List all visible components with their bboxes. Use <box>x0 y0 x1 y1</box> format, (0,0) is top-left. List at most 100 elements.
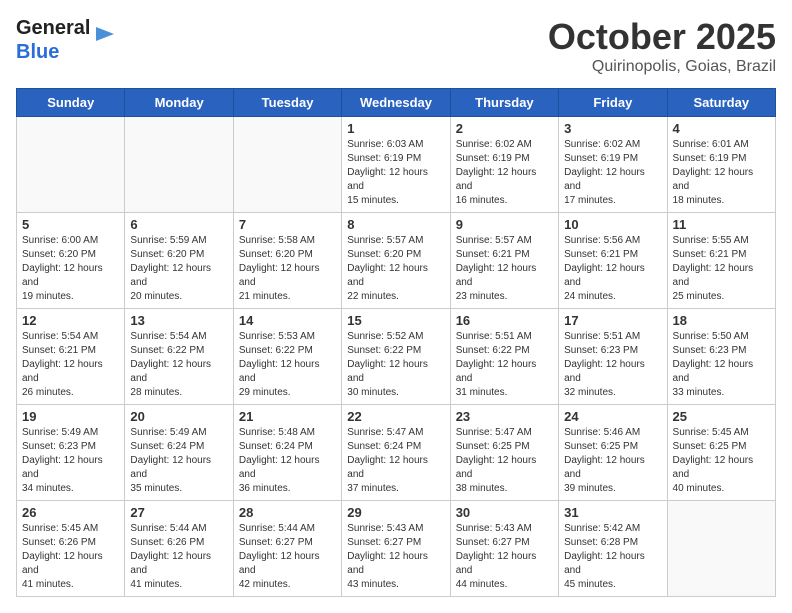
calendar-cell: 29 Sunrise: 5:43 AMSunset: 6:27 PMDayligh… <box>342 501 450 597</box>
calendar-cell: 2 Sunrise: 6:02 AMSunset: 6:19 PMDaylight… <box>450 117 558 213</box>
day-number: 29 <box>347 505 444 520</box>
day-number: 20 <box>130 409 227 424</box>
day-number: 26 <box>22 505 119 520</box>
day-info: Sunrise: 5:45 AMSunset: 6:25 PMDaylight:… <box>673 426 770 496</box>
day-number: 12 <box>22 313 119 328</box>
calendar-cell: 22 Sunrise: 5:47 AMSunset: 6:24 PMDayligh… <box>342 405 450 501</box>
page-subtitle: Quirinopolis, Goias, Brazil <box>548 58 776 76</box>
day-info: Sunrise: 5:57 AMSunset: 6:21 PMDaylight:… <box>456 234 553 304</box>
day-info: Sunrise: 5:51 AMSunset: 6:23 PMDaylight:… <box>564 330 661 400</box>
calendar-cell: 26Sunrise: 5:45 AMSunset: 6:26 PMDayligh… <box>17 501 125 597</box>
day-info: Sunrise: 6:02 AMSunset: 6:19 PMDaylight:… <box>456 138 553 208</box>
day-info: Sunrise: 5:51 AMSunset: 6:22 PMDaylight:… <box>456 330 553 400</box>
calendar-cell: 20 Sunrise: 5:49 AMSunset: 6:24 PMDayligh… <box>125 405 233 501</box>
day-info: Sunrise: 5:46 AMSunset: 6:25 PMDaylight:… <box>564 426 661 496</box>
calendar-cell: 25 Sunrise: 5:45 AMSunset: 6:25 PMDayligh… <box>667 405 775 501</box>
day-info: Sunrise: 5:47 AMSunset: 6:24 PMDaylight:… <box>347 426 444 496</box>
calendar-cell: 21 Sunrise: 5:48 AMSunset: 6:24 PMDayligh… <box>233 405 341 501</box>
page-title: October 2025 <box>548 16 776 58</box>
calendar-cell: 10 Sunrise: 5:56 AMSunset: 6:21 PMDayligh… <box>559 213 667 309</box>
calendar-cell <box>125 117 233 213</box>
weekday-header-row: SundayMondayTuesdayWednesdayThursdayFrid… <box>17 89 776 117</box>
calendar-cell: 4 Sunrise: 6:01 AMSunset: 6:19 PMDaylight… <box>667 117 775 213</box>
day-info: Sunrise: 5:52 AMSunset: 6:22 PMDaylight:… <box>347 330 444 400</box>
day-info: Sunrise: 6:01 AMSunset: 6:19 PMDaylight:… <box>673 138 770 208</box>
day-info: Sunrise: 6:02 AMSunset: 6:19 PMDaylight:… <box>564 138 661 208</box>
logo-line2: Blue <box>16 40 90 64</box>
calendar-week-1: 1 Sunrise: 6:03 AMSunset: 6:19 PMDaylight… <box>17 117 776 213</box>
weekday-header-thursday: Thursday <box>450 89 558 117</box>
day-number: 19 <box>22 409 119 424</box>
calendar-cell: 28Sunrise: 5:44 AMSunset: 6:27 PMDayligh… <box>233 501 341 597</box>
day-number: 5 <box>22 217 119 232</box>
calendar-cell: 12 Sunrise: 5:54 AMSunset: 6:21 PMDayligh… <box>17 309 125 405</box>
day-info: Sunrise: 5:44 AMSunset: 6:27 PMDaylight:… <box>239 522 336 592</box>
day-number: 7 <box>239 217 336 232</box>
calendar-cell: 19 Sunrise: 5:49 AMSunset: 6:23 PMDayligh… <box>17 405 125 501</box>
calendar-cell: 17 Sunrise: 5:51 AMSunset: 6:23 PMDayligh… <box>559 309 667 405</box>
day-number: 11 <box>673 217 770 232</box>
day-number: 10 <box>564 217 661 232</box>
weekday-header-sunday: Sunday <box>17 89 125 117</box>
day-number: 8 <box>347 217 444 232</box>
weekday-header-friday: Friday <box>559 89 667 117</box>
day-number: 2 <box>456 121 553 136</box>
calendar-cell: 24 Sunrise: 5:46 AMSunset: 6:25 PMDayligh… <box>559 405 667 501</box>
logo-text: General Blue <box>16 16 90 64</box>
day-number: 27 <box>130 505 227 520</box>
day-number: 24 <box>564 409 661 424</box>
day-number: 6 <box>130 217 227 232</box>
day-number: 18 <box>673 313 770 328</box>
day-number: 9 <box>456 217 553 232</box>
day-info: Sunrise: 5:43 AMSunset: 6:27 PMDaylight:… <box>347 522 444 592</box>
day-number: 17 <box>564 313 661 328</box>
day-number: 22 <box>347 409 444 424</box>
day-number: 25 <box>673 409 770 424</box>
logo-line1: General <box>16 16 90 40</box>
calendar-cell: 5Sunrise: 6:00 AMSunset: 6:20 PMDaylight… <box>17 213 125 309</box>
calendar-cell: 11Sunrise: 5:55 AMSunset: 6:21 PMDayligh… <box>667 213 775 309</box>
calendar-cell: 1 Sunrise: 6:03 AMSunset: 6:19 PMDaylight… <box>342 117 450 213</box>
day-info: Sunrise: 5:59 AMSunset: 6:20 PMDaylight:… <box>130 234 227 304</box>
day-info: Sunrise: 5:54 AMSunset: 6:22 PMDaylight:… <box>130 330 227 400</box>
weekday-header-wednesday: Wednesday <box>342 89 450 117</box>
day-info: Sunrise: 5:56 AMSunset: 6:21 PMDaylight:… <box>564 234 661 304</box>
logo: General Blue <box>16 16 116 64</box>
day-info: Sunrise: 5:48 AMSunset: 6:24 PMDaylight:… <box>239 426 336 496</box>
calendar-cell: 16 Sunrise: 5:51 AMSunset: 6:22 PMDayligh… <box>450 309 558 405</box>
day-info: Sunrise: 6:03 AMSunset: 6:19 PMDaylight:… <box>347 138 444 208</box>
day-info: Sunrise: 5:50 AMSunset: 6:23 PMDaylight:… <box>673 330 770 400</box>
title-area: October 2025 Quirinopolis, Goias, Brazil <box>548 16 776 76</box>
day-info: Sunrise: 5:49 AMSunset: 6:24 PMDaylight:… <box>130 426 227 496</box>
day-number: 30 <box>456 505 553 520</box>
logo-arrow-icon <box>94 23 116 50</box>
header: General Blue October 2025 Quirinopolis, … <box>16 16 776 76</box>
weekday-header-saturday: Saturday <box>667 89 775 117</box>
weekday-header-tuesday: Tuesday <box>233 89 341 117</box>
calendar-cell: 18 Sunrise: 5:50 AMSunset: 6:23 PMDayligh… <box>667 309 775 405</box>
calendar-cell: 30Sunrise: 5:43 AMSunset: 6:27 PMDayligh… <box>450 501 558 597</box>
calendar-week-5: 26Sunrise: 5:45 AMSunset: 6:26 PMDayligh… <box>17 501 776 597</box>
day-info: Sunrise: 5:54 AMSunset: 6:21 PMDaylight:… <box>22 330 119 400</box>
day-number: 21 <box>239 409 336 424</box>
calendar-cell: 27Sunrise: 5:44 AMSunset: 6:26 PMDayligh… <box>125 501 233 597</box>
day-number: 15 <box>347 313 444 328</box>
calendar-cell: 8Sunrise: 5:57 AMSunset: 6:20 PMDaylight… <box>342 213 450 309</box>
weekday-header-monday: Monday <box>125 89 233 117</box>
calendar-table: SundayMondayTuesdayWednesdayThursdayFrid… <box>16 88 776 597</box>
calendar-week-2: 5Sunrise: 6:00 AMSunset: 6:20 PMDaylight… <box>17 213 776 309</box>
day-number: 1 <box>347 121 444 136</box>
calendar-cell: 3 Sunrise: 6:02 AMSunset: 6:19 PMDaylight… <box>559 117 667 213</box>
day-info: Sunrise: 5:53 AMSunset: 6:22 PMDaylight:… <box>239 330 336 400</box>
day-number: 23 <box>456 409 553 424</box>
day-number: 31 <box>564 505 661 520</box>
calendar-cell: 14Sunrise: 5:53 AMSunset: 6:22 PMDayligh… <box>233 309 341 405</box>
day-number: 4 <box>673 121 770 136</box>
calendar-cell: 31Sunrise: 5:42 AMSunset: 6:28 PMDayligh… <box>559 501 667 597</box>
calendar-cell: 7Sunrise: 5:58 AMSunset: 6:20 PMDaylight… <box>233 213 341 309</box>
day-number: 16 <box>456 313 553 328</box>
day-number: 3 <box>564 121 661 136</box>
day-info: Sunrise: 5:49 AMSunset: 6:23 PMDaylight:… <box>22 426 119 496</box>
calendar-week-3: 12 Sunrise: 5:54 AMSunset: 6:21 PMDayligh… <box>17 309 776 405</box>
calendar-cell <box>233 117 341 213</box>
